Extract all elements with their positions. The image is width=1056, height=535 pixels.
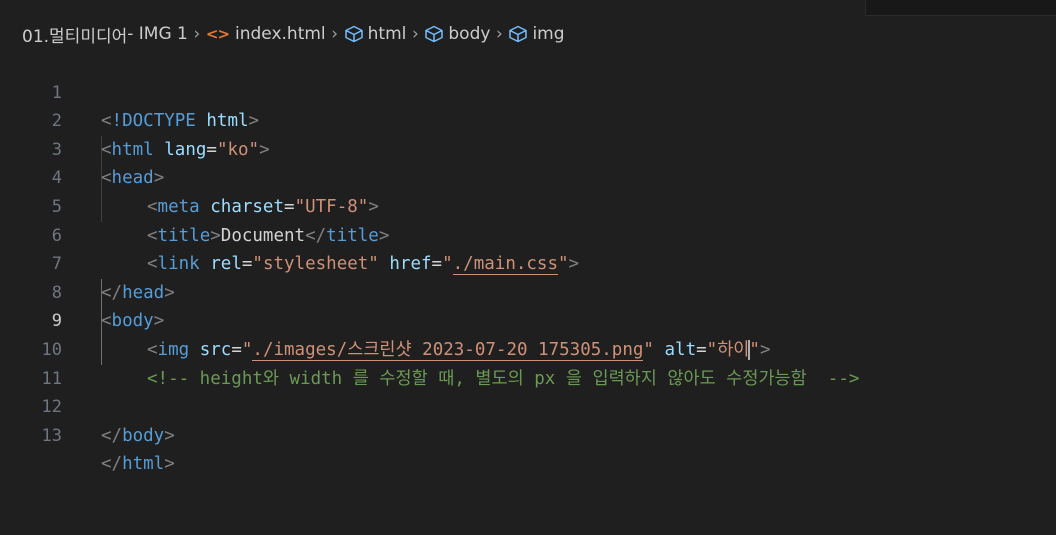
token-angle: > xyxy=(164,454,175,475)
code-line[interactable]: 11 xyxy=(0,336,1056,389)
breadcrumb-file-label: index.html xyxy=(235,24,326,44)
breadcrumb: 01.멀티미디어 - IMG 1 › <> index.html › html … xyxy=(22,21,565,47)
code-line[interactable]: 1 <!DOCTYPE html> xyxy=(0,50,1056,132)
breadcrumb-folder[interactable]: 01.멀티미디어 - IMG 1 xyxy=(22,22,188,47)
cube-icon xyxy=(508,25,528,43)
breadcrumb-node-html[interactable]: html xyxy=(344,24,407,44)
line-number: 13 xyxy=(41,425,62,446)
code-line-active[interactable]: 9 <img src="./images/스크린샷 2023-07-20 175… xyxy=(0,279,1056,361)
active-tab-area[interactable] xyxy=(0,0,866,16)
tab-strip xyxy=(0,0,1056,16)
cube-icon xyxy=(344,25,364,43)
code-line[interactable]: 13 </html> xyxy=(0,393,1056,475)
breadcrumb-node-label: html xyxy=(367,24,407,44)
editor-window: 01.멀티미디어 - IMG 1 › <> index.html › html … xyxy=(0,0,1056,535)
code-line[interactable]: 2 <html lang="ko"> xyxy=(0,79,1056,160)
token-angle: </ xyxy=(101,425,123,446)
code-line[interactable]: 8 <body> xyxy=(0,250,1056,332)
chevron-right-icon: › xyxy=(193,24,201,44)
breadcrumb-node-label: img xyxy=(532,24,565,44)
token-tag: html xyxy=(122,454,165,475)
code-editor[interactable]: 1 <!DOCTYPE html> 2 <html lang="ko"> 3 <… xyxy=(0,50,1056,480)
breadcrumb-section-label: - IMG 1 xyxy=(127,24,188,44)
token-tag: body xyxy=(122,425,165,446)
chevron-right-icon: › xyxy=(331,24,339,44)
chevron-right-icon: › xyxy=(411,24,419,44)
code-line[interactable]: 12 </body> xyxy=(0,365,1056,446)
code-line[interactable]: 7 </head> xyxy=(0,222,1056,303)
code-line[interactable]: 4 <meta charset="UTF-8"> xyxy=(0,136,1056,217)
breadcrumb-node-img[interactable]: img xyxy=(508,24,565,44)
token-angle: > xyxy=(164,425,175,446)
line-content[interactable]: </body> xyxy=(101,422,175,451)
breadcrumb-file[interactable]: <> index.html xyxy=(206,24,326,44)
breadcrumb-node-body[interactable]: body xyxy=(424,24,490,44)
chevron-right-icon: › xyxy=(496,24,503,44)
breadcrumb-node-label: body xyxy=(448,24,491,44)
html-file-icon: <> xyxy=(205,25,230,43)
line-content[interactable]: </html> xyxy=(101,450,175,479)
breadcrumb-folder-label: 01.멀티미디어 xyxy=(22,26,128,47)
code-line[interactable]: 6 <link rel="stylesheet" href="./main.cs… xyxy=(0,193,1056,276)
tab-strip-border xyxy=(866,15,1056,16)
code-line[interactable]: 5 <title>Document</title> xyxy=(0,164,1056,246)
cube-icon xyxy=(424,25,444,43)
code-line[interactable]: 3 <head> xyxy=(0,107,1056,189)
token-angle: </ xyxy=(101,454,123,475)
code-line[interactable]: 10 <!-- height와 width 를 수정할 때, 별도의 px 을 … xyxy=(0,307,1056,389)
